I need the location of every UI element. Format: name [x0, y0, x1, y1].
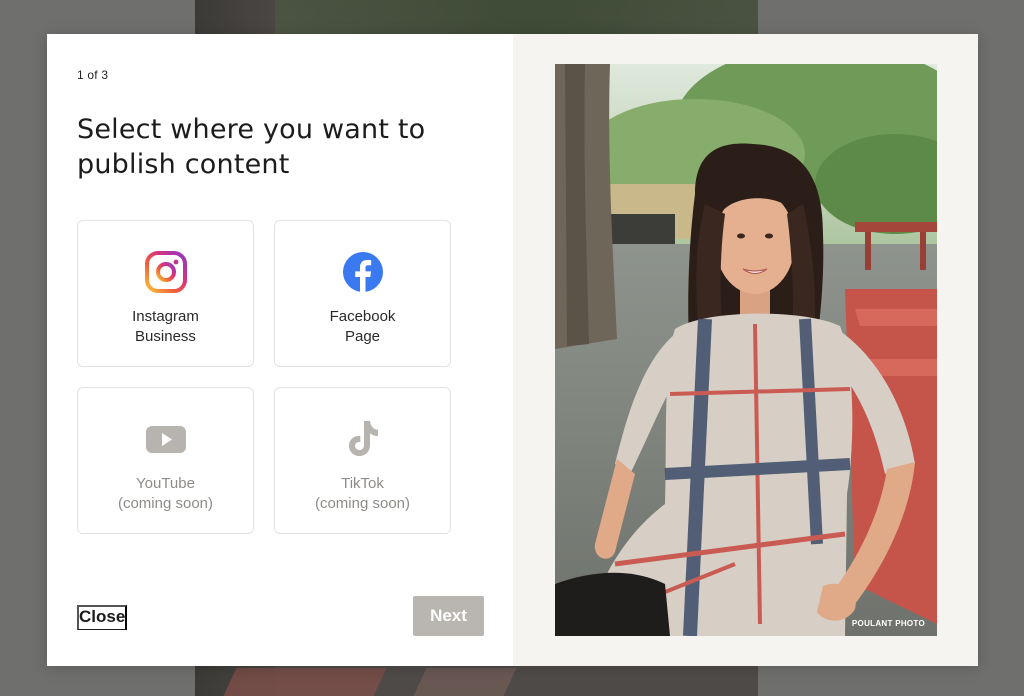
close-button[interactable]: Close [77, 605, 128, 630]
modal-left-pane: 1 of 3 Select where you want to publish … [47, 34, 513, 666]
tiktok-option[interactable]: TikTok (coming soon) [274, 387, 451, 534]
step-indicator: 1 of 3 [77, 68, 109, 82]
next-button[interactable]: Next [413, 596, 484, 636]
instagram-business-option[interactable]: Instagram Business [77, 220, 254, 367]
photo-illustration [555, 64, 937, 636]
option-label: Facebook Page [329, 308, 396, 345]
instagram-icon [144, 251, 187, 293]
youtube-option[interactable]: YouTube (coming soon) [77, 387, 254, 534]
photo-credit: POULANT PHOTO [851, 619, 925, 628]
modal-title: Select where you want to publish content [77, 114, 426, 180]
facebook-icon [342, 251, 384, 293]
youtube-icon [145, 418, 187, 460]
modal-right-pane: POULANT PHOTO [513, 34, 978, 666]
tiktok-icon [342, 418, 384, 460]
publish-destination-modal: 1 of 3 Select where you want to publish … [47, 34, 978, 666]
background-stripe [413, 668, 517, 696]
promo-photo: POULANT PHOTO [555, 64, 937, 636]
background-stripe [223, 668, 387, 696]
option-label: TikTok (coming soon) [314, 475, 411, 512]
option-label: YouTube (coming soon) [117, 475, 214, 512]
option-label: Instagram Business [132, 308, 199, 345]
facebook-page-option[interactable]: Facebook Page [274, 220, 451, 367]
